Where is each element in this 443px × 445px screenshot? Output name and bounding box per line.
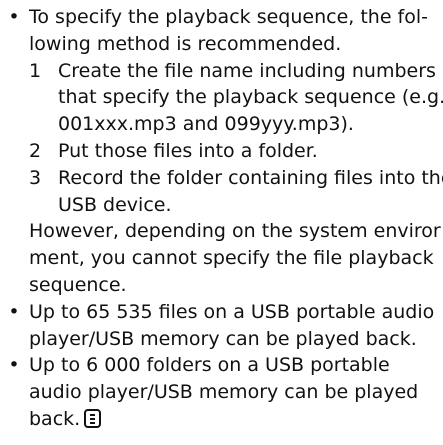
paragraph-line: Up to 65 535 files on a USB portable aud…: [29, 300, 435, 323]
step-line: Record the folder containing files into …: [58, 166, 443, 189]
bullet-item-file-limit: • Up to 65 535 files on a USB portable a…: [0, 299, 443, 353]
paragraph-line: back.: [29, 406, 443, 433]
step-number: 2: [29, 139, 42, 162]
bullet-symbol: •: [8, 6, 20, 28]
bullet-symbol: •: [8, 354, 20, 377]
step-item: 3 Record the folder containing files int…: [29, 165, 443, 219]
step-item: 1 Create the file name including numbers…: [29, 58, 443, 138]
bullet-item-folder-limit: • Up to 6 000 folders on a USB portable …: [0, 352, 443, 432]
numbered-steps: 1 Create the file name including numbers…: [29, 58, 443, 219]
paragraph-line: However, depending on the system enviror: [29, 220, 441, 243]
paragraph-line: Up to 6 000 folders on a USB portable: [29, 354, 390, 377]
step-line: Create the file name including numbers: [58, 59, 436, 82]
note-icon: [84, 408, 102, 428]
paragraph-line: player/USB memory can be played back.: [29, 327, 417, 350]
paragraph-line: ment, you cannot specify the file playba…: [29, 247, 434, 270]
paragraph-line: audio player/USB memory can be played: [29, 381, 419, 404]
step-line: that specify the playback sequence (e.g.…: [58, 86, 443, 109]
paragraph-line: sequence.: [29, 273, 127, 296]
step-number: 1: [29, 59, 42, 82]
step-line: 001xxx.mp3 and 099yyy.mp3).: [58, 113, 354, 136]
paragraph-line: To specify the playback sequence, the fo…: [29, 6, 428, 28]
paragraph-text: back.: [29, 407, 81, 430]
bullet-symbol: •: [8, 300, 20, 323]
step-line: USB device.: [58, 193, 172, 216]
manual-page: • To specify the playback sequence, the …: [0, 0, 443, 445]
paragraph-line: lowing method is recommended.: [29, 32, 342, 55]
step-number: 3: [29, 166, 42, 189]
bullet-item-playback-sequence: • To specify the playback sequence, the …: [0, 4, 443, 299]
step-line: Put those files into a folder.: [58, 139, 318, 162]
step-item: 2 Put those files into a folder.: [29, 138, 443, 165]
